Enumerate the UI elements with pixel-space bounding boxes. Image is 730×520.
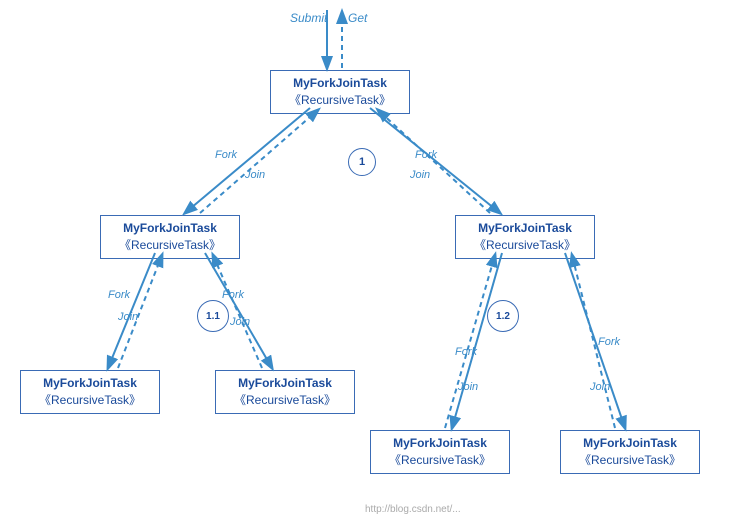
root-node-title: MyForkJoinTask <box>279 75 401 92</box>
left1-node: MyForkJoinTask 《RecursiveTask》 <box>100 215 240 259</box>
circle-12: 1.2 <box>487 300 519 332</box>
circle-11: 1.1 <box>197 300 229 332</box>
svg-text:Join: Join <box>409 169 430 181</box>
left2-node-stereotype: 《RecursiveTask》 <box>29 392 151 409</box>
svg-text:Join: Join <box>117 311 138 323</box>
mid2-node: MyForkJoinTask 《RecursiveTask》 <box>215 370 355 414</box>
svg-text:Join: Join <box>244 169 265 181</box>
right2a-node: MyForkJoinTask 《RecursiveTask》 <box>370 430 510 474</box>
right2a-node-title: MyForkJoinTask <box>379 435 501 452</box>
left1-node-stereotype: 《RecursiveTask》 <box>109 237 231 254</box>
circle-1: 1 <box>348 148 376 176</box>
left2-node: MyForkJoinTask 《RecursiveTask》 <box>20 370 160 414</box>
right1-node: MyForkJoinTask 《RecursiveTask》 <box>455 215 595 259</box>
right1-node-stereotype: 《RecursiveTask》 <box>464 237 586 254</box>
right2b-node-title: MyForkJoinTask <box>569 435 691 452</box>
svg-text:Fork: Fork <box>215 149 238 161</box>
svg-text:Join: Join <box>589 381 610 393</box>
svg-text:Fork: Fork <box>455 346 478 358</box>
right1-node-title: MyForkJoinTask <box>464 220 586 237</box>
svg-text:Submit: Submit <box>290 11 328 25</box>
svg-text:Fork: Fork <box>598 336 621 348</box>
right2b-node-stereotype: 《RecursiveTask》 <box>569 452 691 469</box>
svg-text:http://blog.csdn.net/...: http://blog.csdn.net/... <box>365 504 461 515</box>
svg-text:Join: Join <box>457 381 478 393</box>
svg-text:Fork: Fork <box>415 149 438 161</box>
svg-text:Join: Join <box>229 316 250 328</box>
right2b-node: MyForkJoinTask 《RecursiveTask》 <box>560 430 700 474</box>
root-node-stereotype: 《RecursiveTask》 <box>279 92 401 109</box>
mid2-node-stereotype: 《RecursiveTask》 <box>224 392 346 409</box>
left1-node-title: MyForkJoinTask <box>109 220 231 237</box>
svg-text:Fork: Fork <box>108 289 131 301</box>
svg-text:Get: Get <box>348 11 368 25</box>
mid2-node-title: MyForkJoinTask <box>224 375 346 392</box>
root-node: MyForkJoinTask 《RecursiveTask》 <box>270 70 410 114</box>
left2-node-title: MyForkJoinTask <box>29 375 151 392</box>
right2a-node-stereotype: 《RecursiveTask》 <box>379 452 501 469</box>
svg-text:Fork: Fork <box>222 289 245 301</box>
